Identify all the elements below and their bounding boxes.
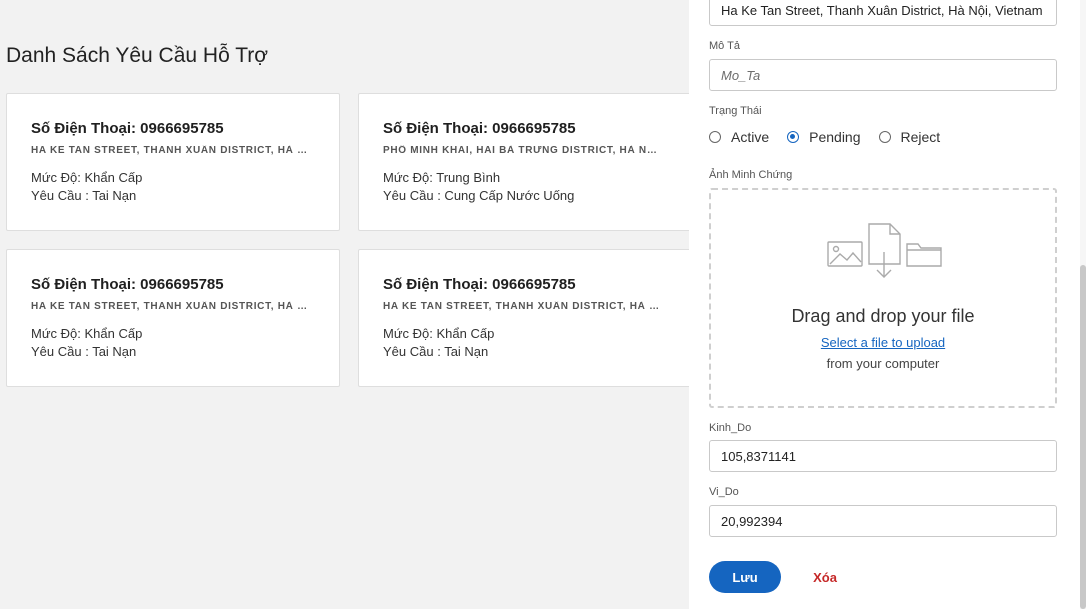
card-phone: Số Điện Thoại: 0966695785 xyxy=(383,276,576,293)
radio-checked-icon xyxy=(787,131,800,143)
radio-label: Pending xyxy=(809,129,861,145)
file-dropzone[interactable]: Drag and drop your file Select a file to… xyxy=(709,188,1057,408)
card-level: Mức Độ: Khẩn Cấp xyxy=(383,326,495,341)
card-address: HA KE TAN STREET, THANH XUÂN DISTRICT, H… xyxy=(31,301,309,312)
dropzone-title: Drag and drop your file xyxy=(791,306,975,326)
description-label: Mô Tả xyxy=(709,40,740,52)
card-phone: Số Điện Thoại: 0966695785 xyxy=(383,120,576,137)
status-label: Trạng Thái xyxy=(709,105,762,117)
image-icon xyxy=(827,241,863,267)
radio-label: Active xyxy=(731,129,770,145)
card-level: Mức Độ: Trung Bình xyxy=(383,170,501,185)
delete-button[interactable]: Xóa xyxy=(799,561,851,593)
longitude-input[interactable] xyxy=(709,440,1057,472)
dropzone-subtitle: from your computer xyxy=(826,356,940,371)
request-card[interactable]: Số Điện Thoại: 0966695785 HA KE TAN STRE… xyxy=(6,249,340,387)
card-phone: Số Điện Thoại: 0966695785 xyxy=(31,276,224,293)
card-request: Yêu Cầu : Tai Nạn xyxy=(31,188,137,203)
latitude-label: Vi_Do xyxy=(709,486,739,498)
card-request: Yêu Cầu : Tai Nạn xyxy=(383,344,489,359)
request-form-panel: Mô Tả Trạng Thái Active Pending Reject Ả… xyxy=(689,0,1086,609)
folder-icon xyxy=(906,243,942,267)
address-input[interactable] xyxy=(709,0,1057,26)
request-card[interactable]: Số Điện Thoại: 0966695785 HA KE TAN STRE… xyxy=(6,93,340,231)
card-level: Mức Độ: Khẩn Cấp xyxy=(31,170,143,185)
radio-unchecked-icon xyxy=(709,131,721,143)
status-radio-group: Active Pending Reject xyxy=(709,129,958,145)
select-file-link[interactable]: Select a file to upload xyxy=(711,335,1055,350)
card-address: HA KE TAN STREET, THANH XUÂN DISTRICT, H… xyxy=(31,145,309,156)
card-phone: Số Điện Thoại: 0966695785 xyxy=(31,120,224,137)
scrollbar-thumb[interactable] xyxy=(1080,265,1086,609)
card-address: HA KE TAN STREET, THANH XUÂN DISTRICT, H… xyxy=(383,301,661,312)
card-address: PHỐ MINH KHAI, HAI BÀ TRƯNG DISTRICT, HÀ… xyxy=(383,145,661,156)
upload-illustration xyxy=(827,223,942,278)
document-download-icon xyxy=(868,223,901,278)
request-card[interactable]: Số Điện Thoại: 0966695785 PHỐ MINH KHAI,… xyxy=(358,93,692,231)
description-input[interactable] xyxy=(709,59,1057,91)
scrollbar-track[interactable] xyxy=(1080,0,1086,609)
request-card[interactable]: Số Điện Thoại: 0966695785 HA KE TAN STRE… xyxy=(358,249,692,387)
status-radio-pending[interactable]: Pending xyxy=(787,129,861,145)
card-request: Yêu Cầu : Cung Cấp Nước Uống xyxy=(383,188,575,203)
page: Danh Sách Yêu Cầu Hỗ Trợ Số Điện Thoại: … xyxy=(0,0,1086,609)
card-level: Mức Độ: Khẩn Cấp xyxy=(31,326,143,341)
evidence-label: Ảnh Minh Chứng xyxy=(709,169,793,181)
longitude-label: Kinh_Do xyxy=(709,422,752,434)
radio-label: Reject xyxy=(900,129,941,145)
page-title: Danh Sách Yêu Cầu Hỗ Trợ xyxy=(6,44,269,67)
card-request: Yêu Cầu : Tai Nạn xyxy=(31,344,137,359)
save-button[interactable]: Lưu xyxy=(709,561,781,593)
latitude-input[interactable] xyxy=(709,505,1057,537)
radio-unchecked-icon xyxy=(878,131,891,143)
status-radio-active[interactable]: Active xyxy=(709,129,769,145)
status-radio-reject[interactable]: Reject xyxy=(878,129,941,145)
